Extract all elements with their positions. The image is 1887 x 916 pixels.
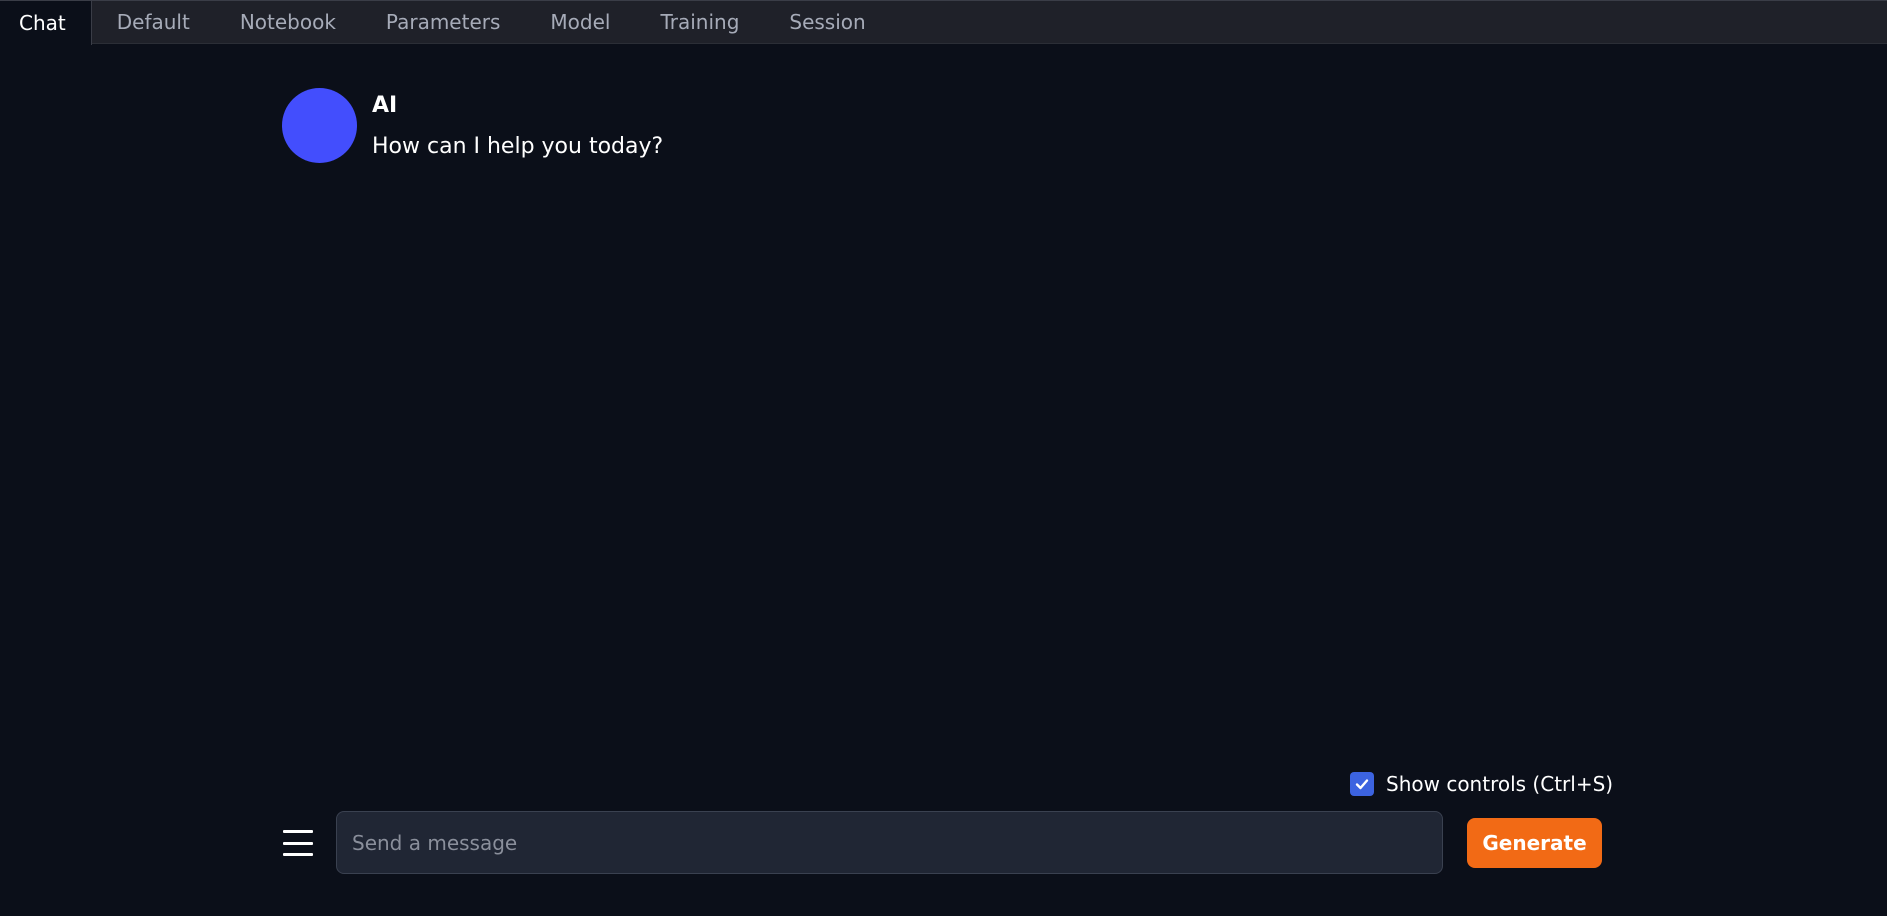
chat-message: AI How can I help you today? (282, 88, 663, 163)
show-controls-checkbox[interactable] (1350, 772, 1374, 796)
tab-training[interactable]: Training (635, 1, 764, 43)
app-window: Chat Default Notebook Parameters Model T… (0, 0, 1887, 916)
tab-bar: Chat Default Notebook Parameters Model T… (0, 0, 1887, 45)
tab-chat[interactable]: Chat (0, 1, 92, 45)
menu-line (283, 853, 313, 856)
show-controls-label: Show controls (Ctrl+S) (1386, 772, 1614, 796)
message-author: AI (372, 93, 398, 118)
tab-parameters[interactable]: Parameters (361, 1, 525, 43)
show-controls-toggle[interactable]: Show controls (Ctrl+S) (1350, 772, 1613, 796)
message-body: AI How can I help you today? (372, 88, 663, 161)
message-input[interactable] (336, 811, 1443, 874)
generate-button[interactable]: Generate (1467, 818, 1602, 868)
menu-line (283, 841, 313, 845)
tab-model[interactable]: Model (525, 1, 635, 43)
checkmark-icon (1355, 779, 1369, 790)
message-text: How can I help you today? (372, 134, 664, 159)
tab-session[interactable]: Session (764, 1, 890, 43)
tab-notebook[interactable]: Notebook (215, 1, 361, 43)
hamburger-menu-icon[interactable] (281, 826, 315, 860)
menu-line (283, 830, 313, 833)
avatar (282, 88, 357, 163)
tab-default[interactable]: Default (92, 1, 215, 43)
